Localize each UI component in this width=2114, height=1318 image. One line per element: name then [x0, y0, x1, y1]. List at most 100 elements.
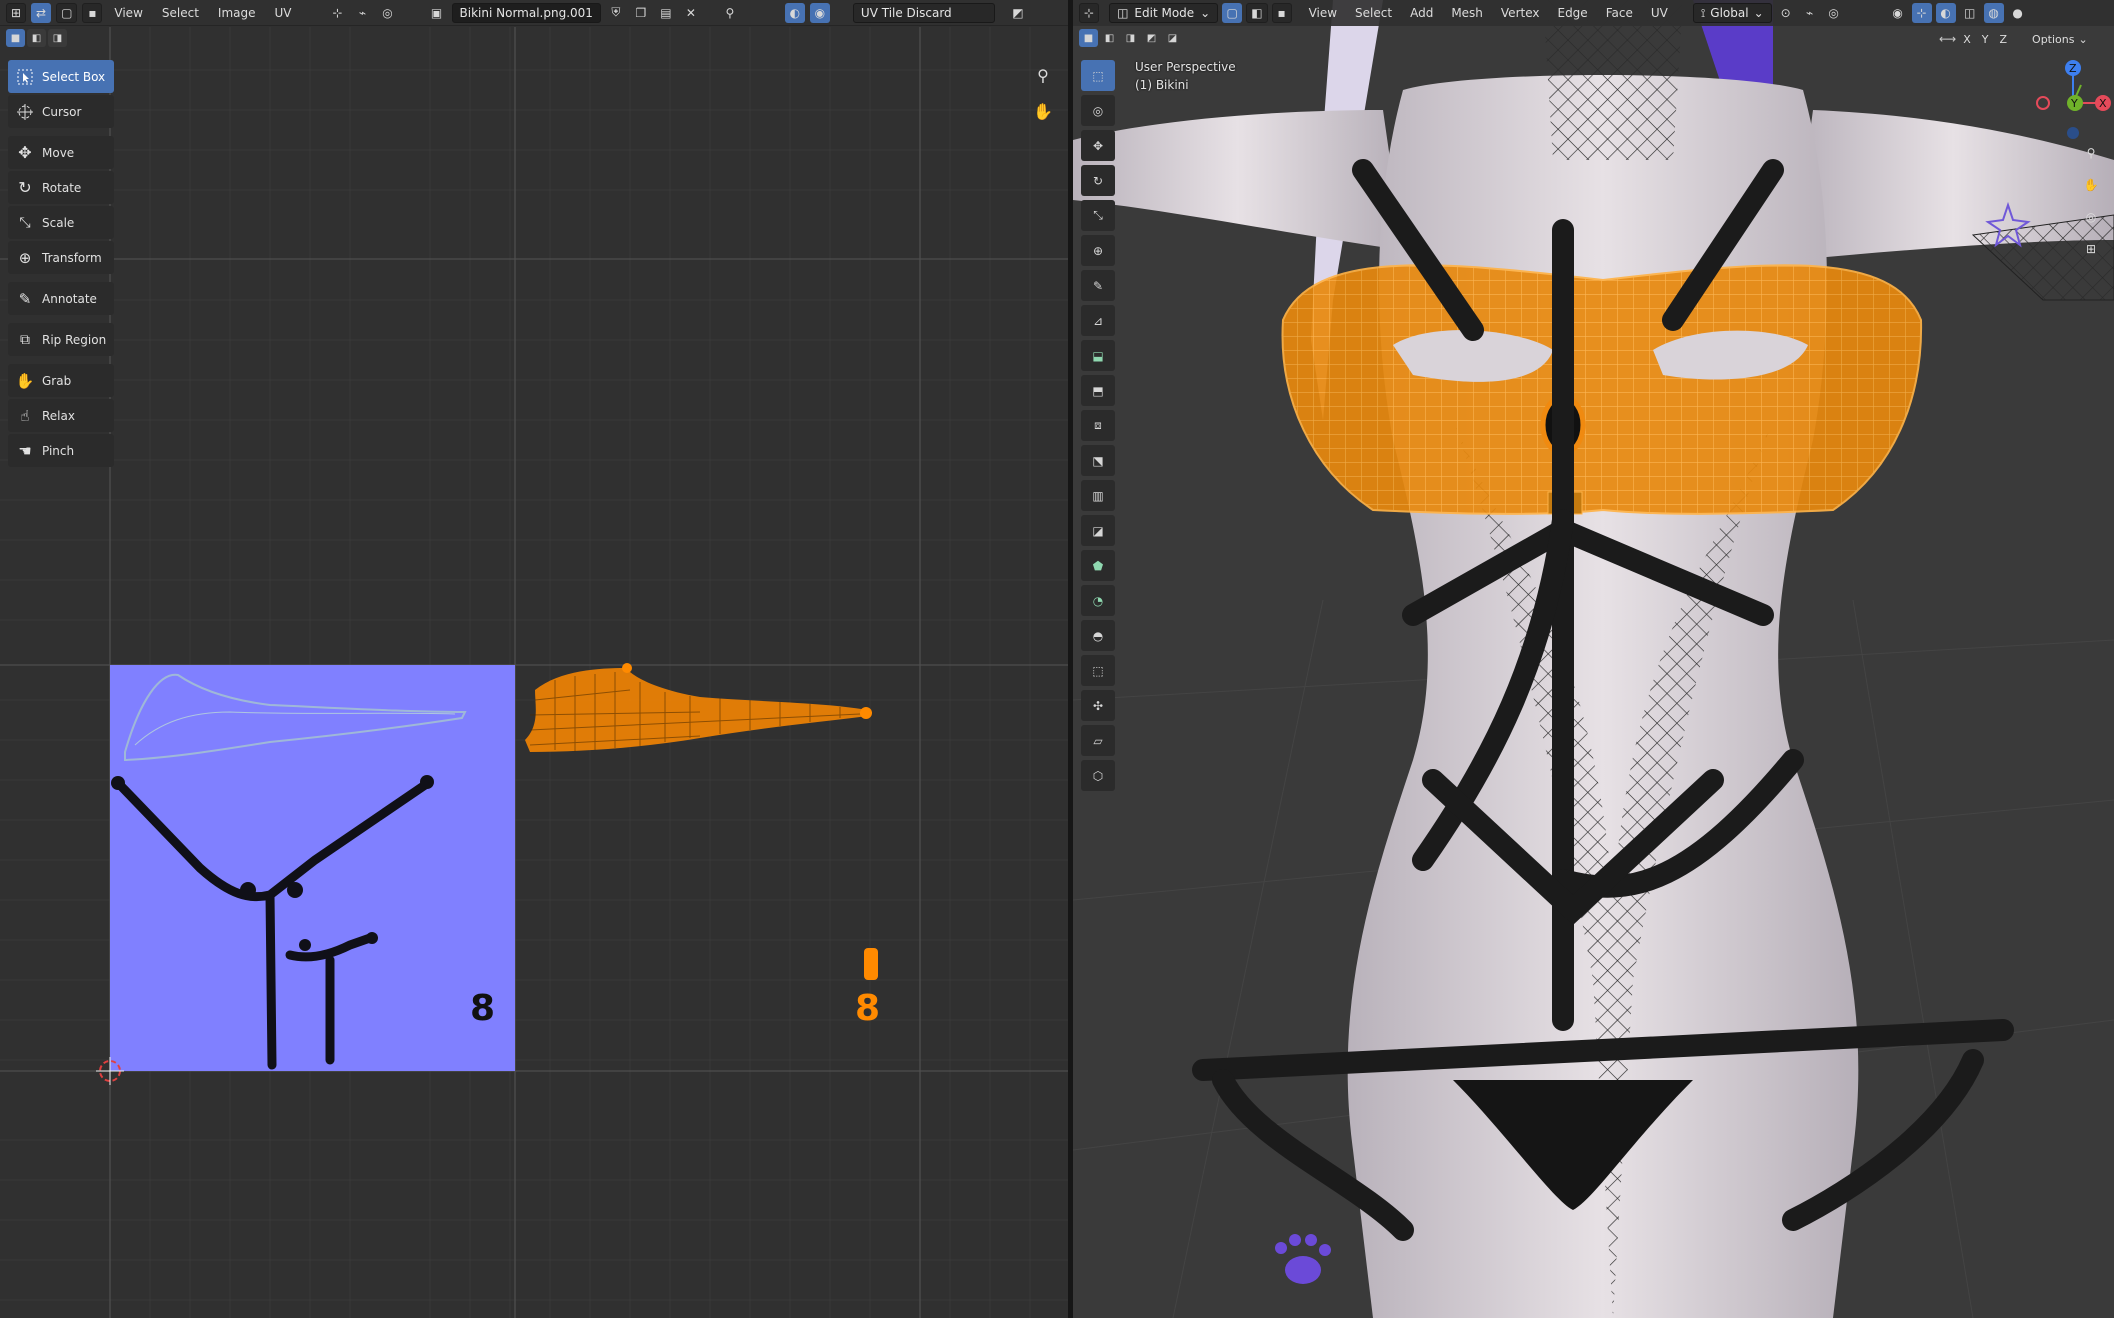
vp-tool-measure[interactable]: ⊿	[1081, 305, 1115, 336]
3d-scene[interactable]	[1073, 0, 2114, 1318]
tool-annotate[interactable]: ✎ Annotate	[8, 282, 114, 315]
edge-select-button[interactable]: ◧	[1246, 3, 1268, 23]
visibility-button[interactable]: ◉	[1888, 3, 1908, 23]
tool-pinch[interactable]: ☚ Pinch	[8, 434, 114, 467]
vp-menu-edge[interactable]: Edge	[1550, 3, 1594, 23]
uv-sync-selection-button[interactable]: ⇄	[31, 2, 52, 23]
tool-select-box[interactable]: Select Box	[8, 60, 114, 93]
tool-move[interactable]: ✥ Move	[8, 136, 114, 169]
xray-button[interactable]: ◫	[1960, 3, 1980, 23]
vp-tool-rotate[interactable]: ↻	[1081, 165, 1115, 196]
vp-ortho-button[interactable]: ⊞	[2078, 236, 2104, 262]
navigation-gizmo[interactable]: Z X Y	[2013, 58, 2113, 148]
proportional-edit-button[interactable]: ◎	[1824, 3, 1844, 23]
options-dropdown[interactable]: Options ⌄	[2028, 30, 2092, 48]
gizmo-button[interactable]: ◉	[809, 2, 830, 23]
pivot-point-button[interactable]: ⊹	[328, 3, 348, 23]
viewport-editor-type-button[interactable]: ⊹	[1079, 3, 1100, 23]
vp-tool-select-box[interactable]: ⬚	[1081, 60, 1115, 91]
uv-menu-view[interactable]: View	[107, 3, 149, 23]
mirror-x-toggle[interactable]: X	[1959, 30, 1975, 48]
vp-tool-move[interactable]: ✥	[1081, 130, 1115, 161]
vp-tool-extrude[interactable]: ⬒	[1081, 375, 1115, 406]
new-image-button[interactable]: ❐	[631, 3, 651, 23]
vp-select-intersect-button[interactable]: ◪	[1163, 29, 1182, 47]
transform-orientation-dropdown[interactable]: ⟟ Global ⌄	[1692, 3, 1772, 23]
open-image-button[interactable]: ▤	[656, 3, 676, 23]
select-new-button[interactable]: ■	[6, 29, 25, 47]
vp-menu-uv[interactable]: UV	[1644, 3, 1675, 23]
tool-relax[interactable]: ☝ Relax	[8, 399, 114, 432]
vp-tool-rip[interactable]: ⬡	[1081, 760, 1115, 791]
select-subtract-button[interactable]: ◨	[48, 29, 67, 47]
select-extend-button[interactable]: ◧	[27, 29, 46, 47]
display-channels-button[interactable]: ◩	[1008, 3, 1028, 23]
uv-menu-image[interactable]: Image	[211, 3, 263, 23]
vp-tool-shrink[interactable]: ✣	[1081, 690, 1115, 721]
overlays-button[interactable]: ◐	[1935, 3, 1956, 23]
vp-menu-vertex[interactable]: Vertex	[1494, 3, 1547, 23]
selected-uv-islands[interactable]: 8	[525, 663, 880, 1029]
vp-zoom-button[interactable]: ⚲	[2078, 140, 2104, 166]
fake-user-button[interactable]: ⛨	[606, 3, 626, 23]
vp-select-invert-button[interactable]: ◩	[1142, 29, 1161, 47]
vp-tool-smooth[interactable]: ◓	[1081, 620, 1115, 651]
shading-solid-button[interactable]: ●	[2008, 3, 2028, 23]
vp-select-new-button[interactable]: ■	[1079, 29, 1098, 47]
zoom-view-button[interactable]: ⚲	[1030, 62, 1056, 88]
vp-select-subtract-button[interactable]: ◨	[1121, 29, 1140, 47]
tool-cursor[interactable]: Cursor	[8, 95, 114, 128]
3d-viewport[interactable]: ⊹ ◫ Edit Mode ⌄ ▢ ◧ ▪ View Select Add Me…	[1073, 0, 2114, 1318]
shading-wireframe-button[interactable]: ◍	[1983, 3, 2004, 23]
tool-transform[interactable]: ⊕ Transform	[8, 241, 114, 274]
vp-tool-poly-build[interactable]: ⬟	[1081, 550, 1115, 581]
vertex-select-mode-button[interactable]: ▢	[56, 2, 78, 23]
uv-overlays-button[interactable]: ◐	[784, 2, 805, 23]
snap-button[interactable]: ⌁	[353, 3, 373, 23]
vertex-select-button[interactable]: ▢	[1222, 3, 1243, 23]
vp-tool-transform[interactable]: ⊕	[1081, 235, 1115, 266]
vp-tool-edge-slide[interactable]: ⬚	[1081, 655, 1115, 686]
vp-menu-face[interactable]: Face	[1599, 3, 1640, 23]
vp-menu-mesh[interactable]: Mesh	[1444, 3, 1490, 23]
image-name-field[interactable]: Bikini Normal.png.001	[451, 2, 601, 23]
vp-tool-spin[interactable]: ◔	[1081, 585, 1115, 616]
vp-tool-cursor[interactable]: ◎	[1081, 95, 1115, 126]
face-select-mode-button[interactable]: ▪	[82, 2, 103, 23]
tool-grab[interactable]: ✋ Grab	[8, 364, 114, 397]
gizmos-button[interactable]: ⊹	[1911, 3, 1932, 23]
vp-tool-inset[interactable]: ⧈	[1081, 410, 1115, 441]
face-select-button[interactable]: ▪	[1271, 3, 1292, 23]
vp-tool-scale[interactable]: ⤡	[1081, 200, 1115, 231]
vp-camera-button[interactable]: ◎	[2078, 204, 2104, 230]
pivot-button[interactable]: ⊙	[1776, 3, 1796, 23]
vp-pan-button[interactable]: ✋	[2078, 172, 2104, 198]
pan-view-button[interactable]: ✋	[1030, 98, 1056, 124]
unlink-image-button[interactable]: ✕	[681, 3, 701, 23]
uv-menu-select[interactable]: Select	[155, 3, 206, 23]
pin-button[interactable]: ⚲	[720, 3, 740, 23]
snapping-button[interactable]: ⌁	[1800, 3, 1820, 23]
vp-menu-add[interactable]: Add	[1403, 3, 1440, 23]
tool-rip-region[interactable]: ⧉ Rip Region	[8, 323, 114, 356]
uv-tile-discard-field[interactable]: UV Tile Discard	[852, 2, 995, 23]
mode-dropdown[interactable]: ◫ Edit Mode ⌄	[1109, 3, 1219, 23]
uv-editor[interactable]: 8 8 ⊞ ⇄ ▢ ▪ View Select Image UV ⊹ ⌁ ◎ ▣…	[0, 0, 1068, 1318]
vp-select-extend-button[interactable]: ◧	[1100, 29, 1119, 47]
mirror-z-toggle[interactable]: Z	[1995, 30, 2012, 48]
vp-tool-bevel[interactable]: ⬔	[1081, 445, 1115, 476]
vp-menu-view[interactable]: View	[1302, 3, 1344, 23]
tool-rotate[interactable]: ↻ Rotate	[8, 171, 114, 204]
uv-menu-uv[interactable]: UV	[268, 3, 299, 23]
tool-scale[interactable]: ⤡ Scale	[8, 206, 114, 239]
vp-tool-knife[interactable]: ◪	[1081, 515, 1115, 546]
proportional-editing-button[interactable]: ◎	[378, 3, 398, 23]
vp-tool-annotate[interactable]: ✎	[1081, 270, 1115, 301]
vp-menu-select[interactable]: Select	[1348, 3, 1399, 23]
selected-bikini-mesh[interactable]	[1281, 264, 1923, 515]
editor-type-button[interactable]: ⊞	[6, 2, 27, 23]
uv-canvas[interactable]: 8 8	[0, 27, 1068, 1318]
vp-tool-shear[interactable]: ▱	[1081, 725, 1115, 756]
mirror-y-toggle[interactable]: Y	[1977, 30, 1993, 48]
vp-tool-loop-cut[interactable]: ▥	[1081, 480, 1115, 511]
